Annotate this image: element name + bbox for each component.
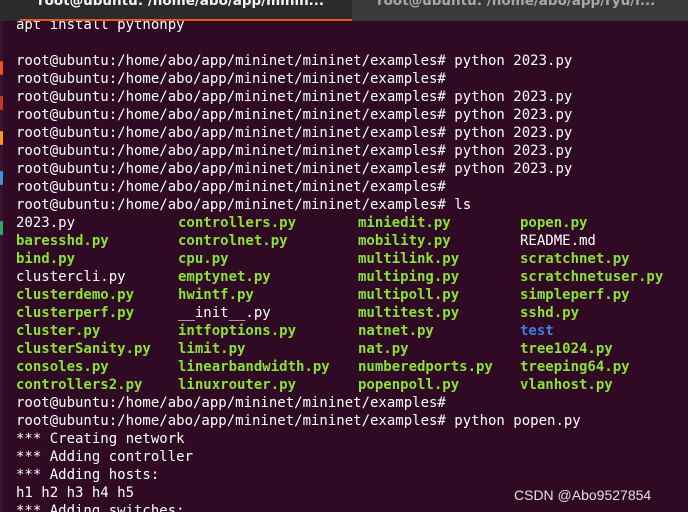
file-entry: multitest.py	[358, 305, 460, 321]
file-entry: emptynet.py	[178, 269, 271, 285]
file-entry: treeping64.py	[520, 359, 630, 375]
file-entry: mobility.py	[358, 233, 451, 249]
tab-title: root@ubuntu: /home/abo/app/ryu/r...	[377, 0, 656, 9]
tab-mininet-examples[interactable]: root@ubuntu: /home/abo/app/minin...	[0, 0, 352, 21]
terminal-line: h1 h2 h3 h4 h5	[16, 485, 135, 501]
file-entry: linuxrouter.py	[178, 377, 297, 393]
file-entry: 2023.py	[16, 215, 76, 231]
watermark: CSDN @Abo9527854	[514, 487, 652, 503]
file-entry: README.md	[520, 233, 596, 249]
file-entry: controlnet.py	[178, 233, 288, 249]
file-entry: baresshd.py	[16, 233, 109, 249]
file-entry: bind.py	[16, 251, 76, 267]
terminal-line: root@ubuntu:/home/abo/app/mininet/minine…	[16, 53, 573, 69]
terminal-line: root@ubuntu:/home/abo/app/mininet/minine…	[16, 179, 446, 195]
file-entry: miniedit.py	[358, 215, 451, 231]
file-entry: __init__.py	[178, 305, 271, 321]
file-entry: scratchnet.py	[520, 251, 630, 267]
terminal-line: root@ubuntu:/home/abo/app/mininet/minine…	[16, 143, 573, 159]
file-entry: controllers2.py	[16, 377, 143, 393]
file-entry: numberedports.py	[358, 359, 493, 375]
file-entry: simpleperf.py	[520, 287, 630, 303]
terminal-line: *** Creating network	[16, 431, 185, 447]
terminal-output[interactable]: apt install pythonpy root@ubuntu:/home/ab…	[0, 21, 688, 512]
file-entry: clusterSanity.py	[16, 341, 151, 357]
file-entry: intfoptions.py	[178, 323, 297, 339]
tab-title: root@ubuntu: /home/abo/app/minin...	[38, 0, 325, 9]
tab-bar: root@ubuntu: /home/abo/app/minin... root…	[0, 0, 688, 21]
terminal-line: root@ubuntu:/home/abo/app/mininet/minine…	[16, 197, 472, 213]
file-entry: multilink.py	[358, 251, 460, 267]
terminal-line: *** Adding controller	[16, 449, 194, 465]
tab-ryu[interactable]: root@ubuntu: /home/abo/app/ryu/r...	[352, 0, 688, 21]
terminal-line: root@ubuntu:/home/abo/app/mininet/minine…	[16, 89, 573, 105]
terminal-line: *** Adding switches:	[16, 503, 185, 512]
terminal-line: root@ubuntu:/home/abo/app/mininet/minine…	[16, 395, 446, 411]
file-entry: cpu.py	[178, 251, 229, 267]
file-entry: limit.py	[178, 341, 246, 357]
file-entry: controllers.py	[178, 215, 297, 231]
terminal-line: root@ubuntu:/home/abo/app/mininet/minine…	[16, 107, 573, 123]
file-entry: popen.py	[520, 215, 588, 231]
file-entry: clustercli.py	[16, 269, 126, 285]
file-entry: scratchnetuser.py	[520, 269, 664, 285]
terminal-line: root@ubuntu:/home/abo/app/mininet/minine…	[16, 71, 446, 87]
file-entry: vlanhost.py	[520, 377, 613, 393]
file-entry: multipoll.py	[358, 287, 460, 303]
terminal-line: *** Adding hosts:	[16, 467, 160, 483]
file-entry: hwintf.py	[178, 287, 254, 303]
file-entry: sshd.py	[520, 305, 580, 321]
file-entry: natnet.py	[358, 323, 434, 339]
terminal-line: root@ubuntu:/home/abo/app/mininet/minine…	[16, 125, 573, 141]
file-entry: cluster.py	[16, 323, 101, 339]
terminal-line: apt install pythonpy	[16, 21, 185, 33]
terminal-line: root@ubuntu:/home/abo/app/mininet/minine…	[16, 161, 573, 177]
terminal-line: root@ubuntu:/home/abo/app/mininet/minine…	[16, 413, 581, 429]
file-entry: tree1024.py	[520, 341, 613, 357]
file-entry: popenpoll.py	[358, 377, 460, 393]
file-entry: linearbandwidth.py	[178, 359, 330, 375]
file-entry: nat.py	[358, 341, 409, 357]
directory-entry: test	[520, 323, 554, 339]
file-entry: multiping.py	[358, 269, 460, 285]
file-entry: clusterperf.py	[16, 305, 135, 321]
file-entry: clusterdemo.py	[16, 287, 135, 303]
file-entry: consoles.py	[16, 359, 109, 375]
